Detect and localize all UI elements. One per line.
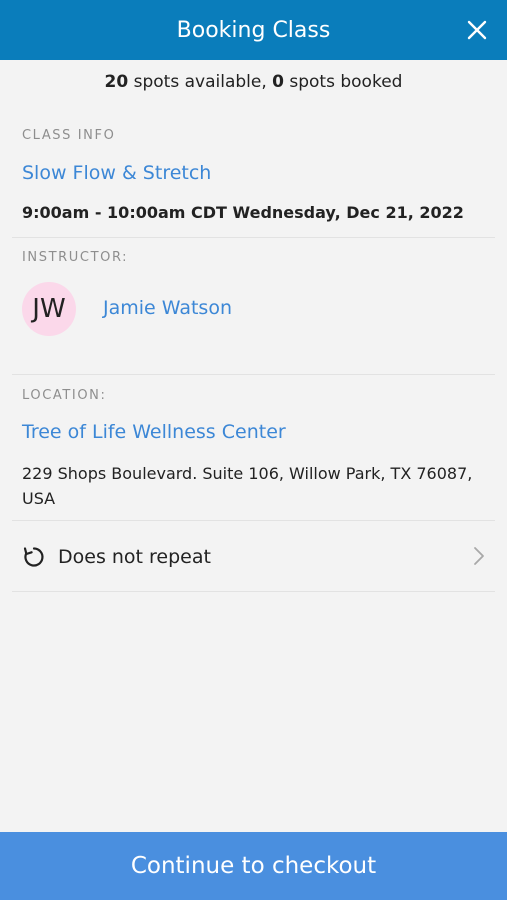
class-info-section: CLASS INFO <box>22 128 495 143</box>
divider <box>12 374 495 375</box>
instructor-name-link[interactable]: Jamie Watson <box>103 297 232 319</box>
close-icon <box>467 20 487 40</box>
class-name-link[interactable]: Slow Flow & Stretch <box>22 162 495 184</box>
available-label: spots available, <box>128 72 273 92</box>
available-count: 20 <box>104 72 129 92</box>
avatar: JW <box>22 282 76 336</box>
repeat-label: Does not repeat <box>58 546 211 568</box>
chevron-right-icon <box>474 547 484 565</box>
divider <box>12 237 495 238</box>
class-info-label: CLASS INFO <box>22 128 116 143</box>
avatar-initials: JW <box>32 294 66 324</box>
location-address: 229 Shops Boulevard. Suite 106, Willow P… <box>22 464 473 508</box>
location-label: LOCATION: <box>22 388 107 403</box>
instructor-label: INSTRUCTOR: <box>22 250 129 265</box>
booked-count: 0 <box>272 72 284 92</box>
header-bar: Booking Class <box>0 0 507 60</box>
divider <box>12 520 495 521</box>
booked-label: spots booked <box>283 72 403 92</box>
page-title: Booking Class <box>176 17 331 43</box>
class-datetime: 9:00am - 10:00am CDT Wednesday, Dec 21, … <box>22 203 464 222</box>
continue-to-checkout-button[interactable]: Continue to checkout <box>0 832 507 900</box>
close-button[interactable] <box>459 12 495 48</box>
repeat-icon <box>23 547 44 567</box>
continue-button-label: Continue to checkout <box>130 853 377 879</box>
divider <box>12 591 495 592</box>
location-name-link[interactable]: Tree of Life Wellness Center <box>22 421 495 443</box>
repeat-option-row[interactable]: Does not repeat <box>12 524 495 590</box>
availability-text: 20 spots available, 0 spots booked <box>0 72 507 92</box>
